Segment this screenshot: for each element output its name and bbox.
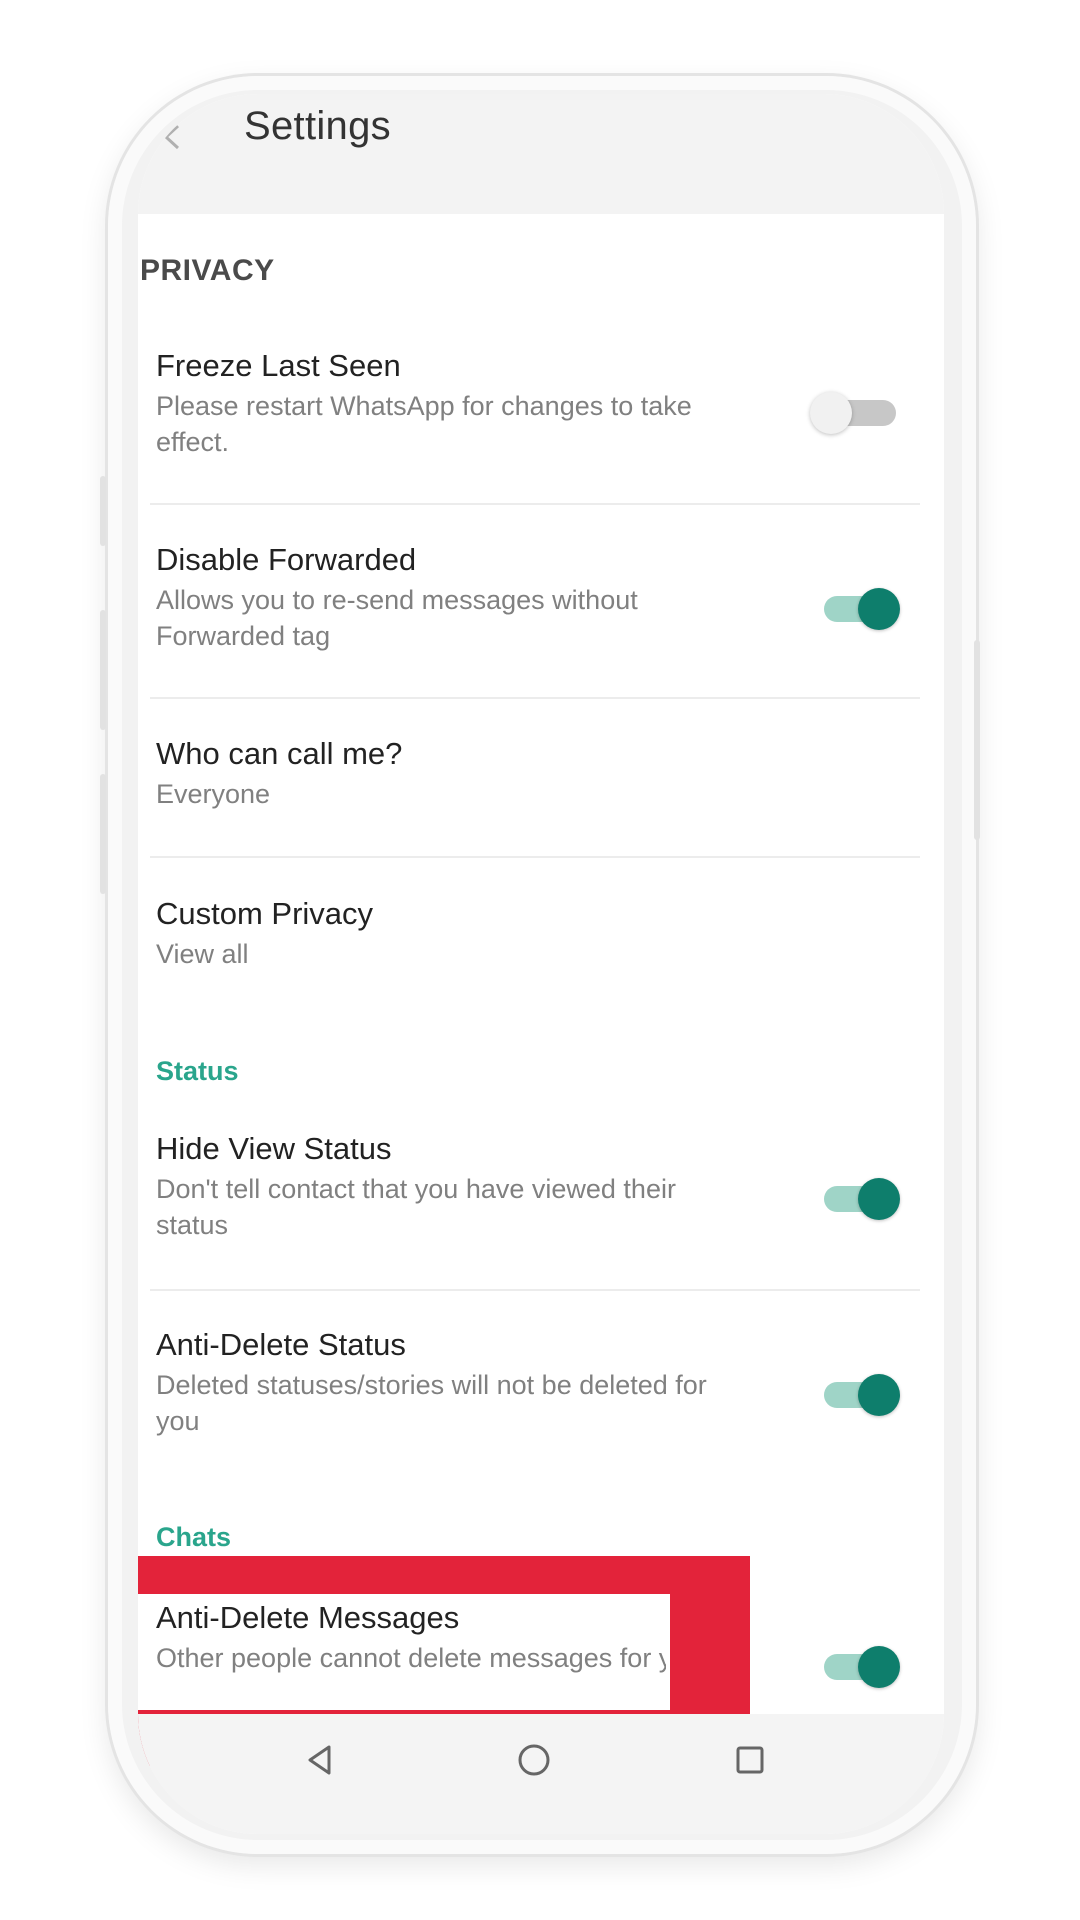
- setting-title: Hide View Status: [156, 1131, 392, 1166]
- setting-title: Who can call me?: [156, 736, 403, 771]
- setting-title: Custom Privacy: [156, 896, 374, 931]
- square-recents-icon[interactable]: [728, 1738, 772, 1782]
- setting-disable-forwarded[interactable]: Disable Forwarded Allows you to re-send …: [156, 540, 926, 654]
- system-nav-bar: [138, 1714, 944, 1834]
- setting-subtitle: Deleted statuses/stories will not be del…: [156, 1370, 707, 1436]
- phone-side-button: [100, 610, 106, 730]
- setting-subtitle: Please restart WhatsApp for changes to t…: [156, 391, 692, 457]
- category-label-status: Status: [156, 1056, 239, 1086]
- setting-subtitle: Don't tell contact that you have viewed …: [156, 1174, 676, 1240]
- toggle-thumb: [858, 588, 900, 630]
- divider: [150, 856, 920, 858]
- setting-subtitle: View all: [156, 939, 249, 969]
- setting-anti-delete-status[interactable]: Anti-Delete Status Deleted statuses/stor…: [156, 1325, 926, 1439]
- phone-side-button: [100, 476, 106, 546]
- app-bar: Settings: [138, 94, 944, 214]
- setting-title: Anti-Delete Messages: [156, 1600, 460, 1635]
- setting-subtitle: Allows you to re-send messages without F…: [156, 585, 638, 651]
- setting-hide-view-status[interactable]: Hide View Status Don't tell contact that…: [156, 1129, 926, 1243]
- setting-subtitle: Other people cannot delete messages for …: [156, 1643, 666, 1673]
- setting-custom-privacy[interactable]: Custom Privacy View all: [156, 894, 926, 972]
- divider: [150, 503, 920, 505]
- toggle-anti-delete-messages[interactable]: [824, 1642, 902, 1690]
- toggle-disable-forwarded[interactable]: [824, 584, 902, 632]
- page-title: Settings: [244, 104, 391, 148]
- setting-freeze-last-seen[interactable]: Freeze Last Seen Please restart WhatsApp…: [156, 346, 926, 460]
- section-title-privacy: PRIVACY: [140, 254, 275, 287]
- phone-side-button: [100, 774, 106, 894]
- setting-title: Freeze Last Seen: [156, 348, 401, 383]
- setting-anti-delete-messages[interactable]: Anti-Delete Messages Other people cannot…: [156, 1598, 666, 1714]
- divider: [150, 1289, 920, 1291]
- divider: [150, 697, 920, 699]
- setting-who-can-call-me[interactable]: Who can call me? Everyone: [156, 734, 926, 812]
- circle-home-icon[interactable]: [512, 1738, 556, 1782]
- app-screen: Settings PRIVACY Freeze Last Seen Please…: [138, 94, 944, 1834]
- toggle-thumb: [858, 1178, 900, 1220]
- toggle-thumb: [858, 1374, 900, 1416]
- setting-title: Disable Forwarded: [156, 542, 417, 577]
- toggle-thumb: [810, 392, 852, 434]
- triangle-back-icon[interactable]: [298, 1738, 342, 1782]
- setting-subtitle: Everyone: [156, 779, 271, 809]
- arrow-left-icon[interactable]: [158, 122, 188, 152]
- toggle-thumb: [858, 1646, 900, 1688]
- toggle-hide-view-status[interactable]: [824, 1174, 902, 1222]
- toggle-anti-delete-status[interactable]: [824, 1370, 902, 1418]
- setting-title: Anti-Delete Status: [156, 1327, 406, 1362]
- toggle-freeze-last-seen[interactable]: [810, 388, 898, 436]
- category-label-chats: Chats: [156, 1522, 232, 1552]
- phone-power-button: [974, 640, 980, 840]
